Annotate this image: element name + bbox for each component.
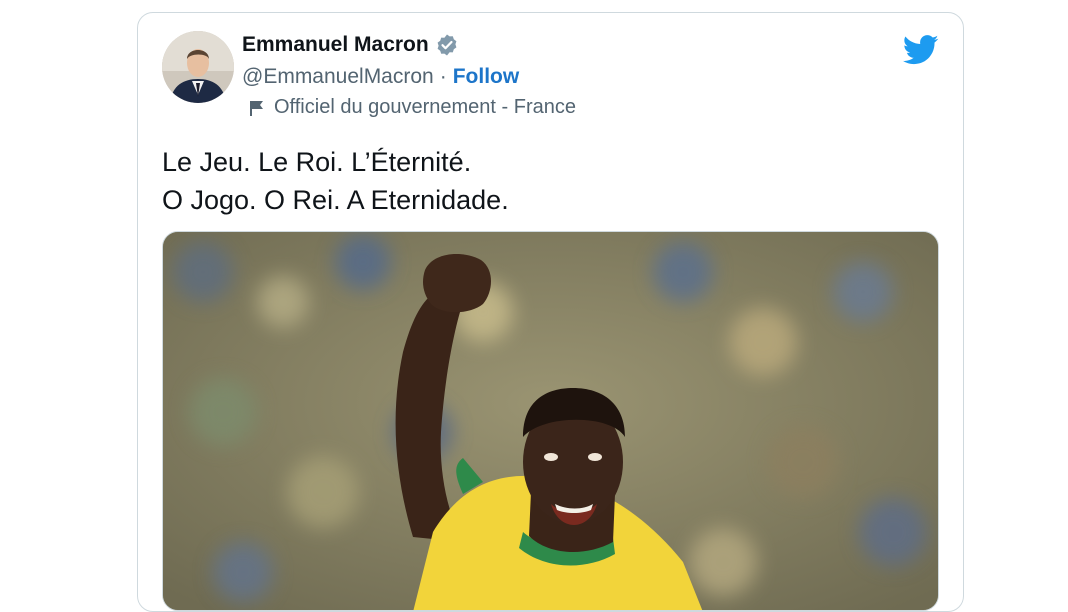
author-name[interactable]: Emmanuel Macron	[242, 33, 429, 57]
author-avatar[interactable]	[162, 31, 234, 103]
flag-icon	[248, 99, 266, 117]
tweet-card[interactable]: Emmanuel Macron @EmmanuelMacron · Follow…	[137, 12, 964, 612]
tweet-text-line: Le Jeu. Le Roi. L’Éternité.	[162, 147, 472, 177]
follow-button[interactable]: Follow	[453, 65, 520, 89]
tweet-text-line: O Jogo. O Rei. A Eternidade.	[162, 185, 509, 215]
tweet-text: Le Jeu. Le Roi. L’Éternité. O Jogo. O Re…	[162, 143, 922, 219]
government-label: Officiel du gouvernement - France	[274, 96, 577, 118]
separator-dot: ·	[439, 65, 447, 88]
verified-badge-icon	[435, 33, 459, 57]
twitter-bird-icon[interactable]	[902, 35, 939, 65]
author-handle[interactable]: @EmmanuelMacron	[242, 65, 434, 89]
tweet-photo[interactable]	[162, 231, 939, 611]
